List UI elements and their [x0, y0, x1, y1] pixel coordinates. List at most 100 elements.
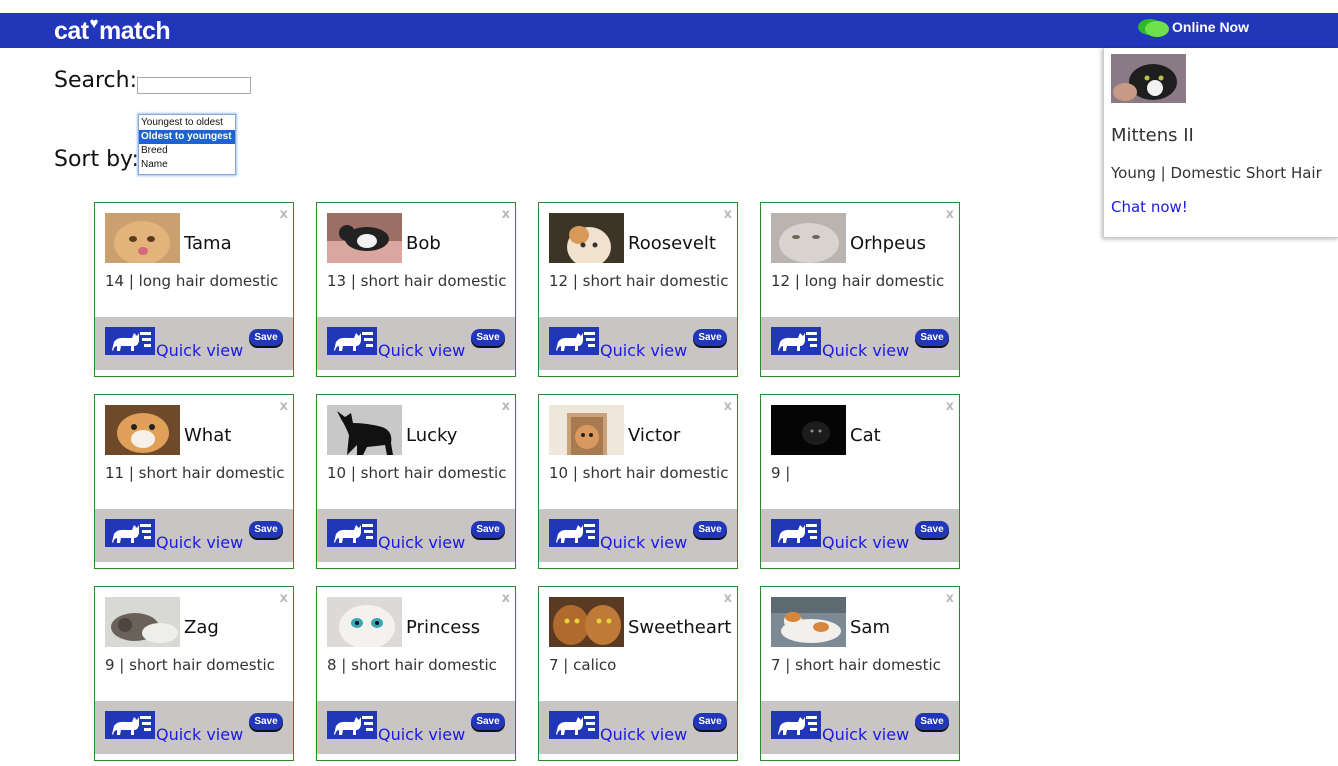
- save-button[interactable]: Save: [249, 713, 283, 730]
- cat-photo[interactable]: [105, 405, 180, 455]
- cat-id-card-icon[interactable]: [771, 711, 821, 739]
- cat-card: Bob x 13 | short hair domestic Quick vie…: [316, 202, 516, 377]
- sort-option-youngest[interactable]: Youngest to oldest: [139, 116, 235, 130]
- cat-photo[interactable]: [327, 405, 402, 455]
- sort-listbox[interactable]: Youngest to oldest Oldest to youngest Br…: [138, 114, 236, 175]
- cat-id-card-icon[interactable]: [105, 327, 155, 355]
- sort-label: Sort by:: [54, 147, 139, 172]
- close-icon[interactable]: x: [280, 207, 288, 222]
- cat-photo[interactable]: [549, 597, 624, 647]
- cat-id-card-icon[interactable]: [549, 519, 599, 547]
- catmatch-logo[interactable]: cat♥match: [54, 15, 171, 46]
- cat-id-card-icon[interactable]: [105, 519, 155, 547]
- quick-view-link[interactable]: Quick view: [600, 341, 687, 360]
- quick-view-link[interactable]: Quick view: [600, 533, 687, 552]
- online-now-panel: Mittens II Young | Domestic Short Hair C…: [1103, 48, 1338, 238]
- cat-card: What x 11 | short hair domestic Quick vi…: [94, 394, 294, 569]
- close-icon[interactable]: x: [724, 399, 732, 414]
- search-input[interactable]: [137, 77, 251, 94]
- cat-id-card-icon[interactable]: [771, 519, 821, 547]
- cat-card: Sam x 7 | short hair domestic Quick view…: [760, 586, 960, 761]
- cat-info: 13 | short hair domestic: [327, 272, 507, 290]
- quick-view-link[interactable]: Quick view: [600, 725, 687, 744]
- online-now-toggle[interactable]: Online Now: [1138, 16, 1249, 38]
- cat-photo[interactable]: [771, 213, 846, 263]
- quick-view-link[interactable]: Quick view: [156, 725, 243, 744]
- save-button[interactable]: Save: [915, 713, 949, 730]
- cat-photo[interactable]: [105, 213, 180, 263]
- close-icon[interactable]: x: [946, 399, 954, 414]
- cat-id-card-icon[interactable]: [327, 711, 377, 739]
- chat-bubbles-icon: [1138, 16, 1170, 38]
- save-button[interactable]: Save: [693, 329, 727, 346]
- cat-info: 12 | short hair domestic: [549, 272, 729, 290]
- card-footer: Quick view Save: [95, 509, 293, 562]
- chat-now-link[interactable]: Chat now!: [1111, 198, 1188, 216]
- quick-view-link[interactable]: Quick view: [378, 341, 465, 360]
- cat-photo[interactable]: [105, 597, 180, 647]
- cat-photo[interactable]: [771, 405, 846, 455]
- cat-card: Victor x 10 | short hair domestic Quick …: [538, 394, 738, 569]
- cat-name[interactable]: Orhpeus: [850, 233, 926, 254]
- save-button[interactable]: Save: [471, 713, 505, 730]
- cat-name[interactable]: Tama: [184, 233, 232, 254]
- save-button[interactable]: Save: [915, 329, 949, 346]
- cat-info: 10 | short hair domestic: [327, 464, 507, 482]
- cat-name[interactable]: Victor: [628, 425, 680, 446]
- quick-view-link[interactable]: Quick view: [822, 533, 909, 552]
- quick-view-link[interactable]: Quick view: [822, 725, 909, 744]
- close-icon[interactable]: x: [946, 207, 954, 222]
- close-icon[interactable]: x: [724, 591, 732, 606]
- close-icon[interactable]: x: [502, 591, 510, 606]
- cat-info: 14 | long hair domestic: [105, 272, 279, 290]
- close-icon[interactable]: x: [280, 591, 288, 606]
- cat-name[interactable]: Cat: [850, 425, 881, 446]
- cat-id-card-icon[interactable]: [771, 327, 821, 355]
- cat-info: 9 | short hair domestic: [105, 656, 275, 674]
- sort-option-breed[interactable]: Breed: [139, 144, 235, 158]
- cat-photo[interactable]: [327, 597, 402, 647]
- close-icon[interactable]: x: [724, 207, 732, 222]
- cat-name[interactable]: Princess: [406, 617, 480, 638]
- cat-id-card-icon[interactable]: [549, 711, 599, 739]
- cat-photo[interactable]: [549, 405, 624, 455]
- cat-name[interactable]: Lucky: [406, 425, 457, 446]
- quick-view-link[interactable]: Quick view: [378, 725, 465, 744]
- close-icon[interactable]: x: [280, 399, 288, 414]
- cat-name[interactable]: Bob: [406, 233, 441, 254]
- cat-photo[interactable]: [771, 597, 846, 647]
- cat-name[interactable]: Roosevelt: [628, 233, 716, 254]
- save-button[interactable]: Save: [249, 521, 283, 538]
- cat-card: Princess x 8 | short hair domestic Quick…: [316, 586, 516, 761]
- quick-view-link[interactable]: Quick view: [156, 533, 243, 552]
- cat-photo[interactable]: [549, 213, 624, 263]
- close-icon[interactable]: x: [502, 207, 510, 222]
- cat-id-card-icon[interactable]: [549, 327, 599, 355]
- save-button[interactable]: Save: [915, 521, 949, 538]
- cat-photo[interactable]: [327, 213, 402, 263]
- search-label: Search:: [54, 68, 137, 93]
- close-icon[interactable]: x: [946, 591, 954, 606]
- online-cat-info: Young | Domestic Short Hair: [1111, 164, 1322, 182]
- sort-option-oldest[interactable]: Oldest to youngest: [139, 130, 235, 144]
- save-button[interactable]: Save: [471, 329, 505, 346]
- cat-name[interactable]: Sweetheart: [628, 617, 731, 638]
- save-button[interactable]: Save: [693, 713, 727, 730]
- save-button[interactable]: Save: [471, 521, 505, 538]
- sort-option-name[interactable]: Name: [139, 158, 235, 172]
- close-icon[interactable]: x: [502, 399, 510, 414]
- cat-name[interactable]: Zag: [184, 617, 219, 638]
- save-button[interactable]: Save: [693, 521, 727, 538]
- cat-id-card-icon[interactable]: [327, 519, 377, 547]
- card-footer: Quick view Save: [317, 317, 515, 370]
- quick-view-link[interactable]: Quick view: [378, 533, 465, 552]
- quick-view-link[interactable]: Quick view: [156, 341, 243, 360]
- cat-id-card-icon[interactable]: [105, 711, 155, 739]
- cat-name[interactable]: Sam: [850, 617, 890, 638]
- quick-view-link[interactable]: Quick view: [822, 341, 909, 360]
- save-button[interactable]: Save: [249, 329, 283, 346]
- online-now-label: Online Now: [1172, 19, 1249, 35]
- cat-name[interactable]: What: [184, 425, 231, 446]
- online-cat-photo[interactable]: [1111, 54, 1186, 103]
- cat-id-card-icon[interactable]: [327, 327, 377, 355]
